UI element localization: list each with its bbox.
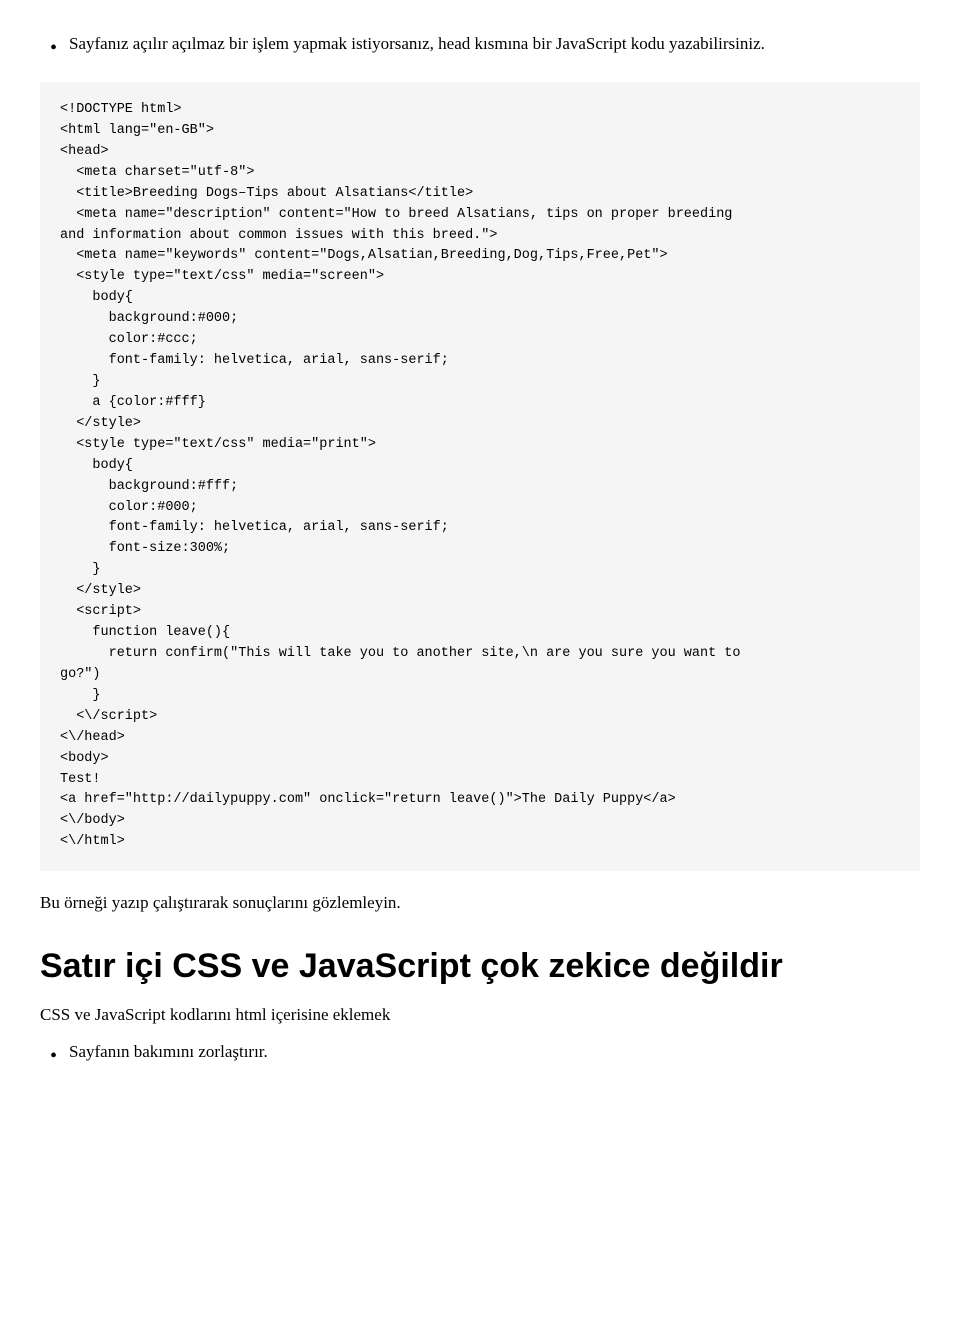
last-bullet-dot: • — [50, 1040, 57, 1072]
intro-bullet-text: Sayfanız açılır açılmaz bir işlem yapmak… — [69, 30, 920, 57]
last-bullet: • Sayfanın bakımını zorlaştırır. — [40, 1038, 920, 1072]
section-sub: CSS ve JavaScript kodlarını html içerisi… — [40, 1001, 920, 1028]
code-block: <!DOCTYPE html> <html lang="en-GB"> <hea… — [40, 82, 920, 871]
intro-bullet: • Sayfanız açılır açılmaz bir işlem yapm… — [40, 30, 920, 64]
last-bullet-text: Sayfanın bakımını zorlaştırır. — [69, 1038, 920, 1065]
bullet-dot: • — [50, 32, 57, 64]
example-note: Bu örneği yazıp çalıştırarak sonuçlarını… — [40, 889, 920, 916]
section-heading: Satır içi CSS ve JavaScript çok zekice d… — [40, 946, 920, 987]
